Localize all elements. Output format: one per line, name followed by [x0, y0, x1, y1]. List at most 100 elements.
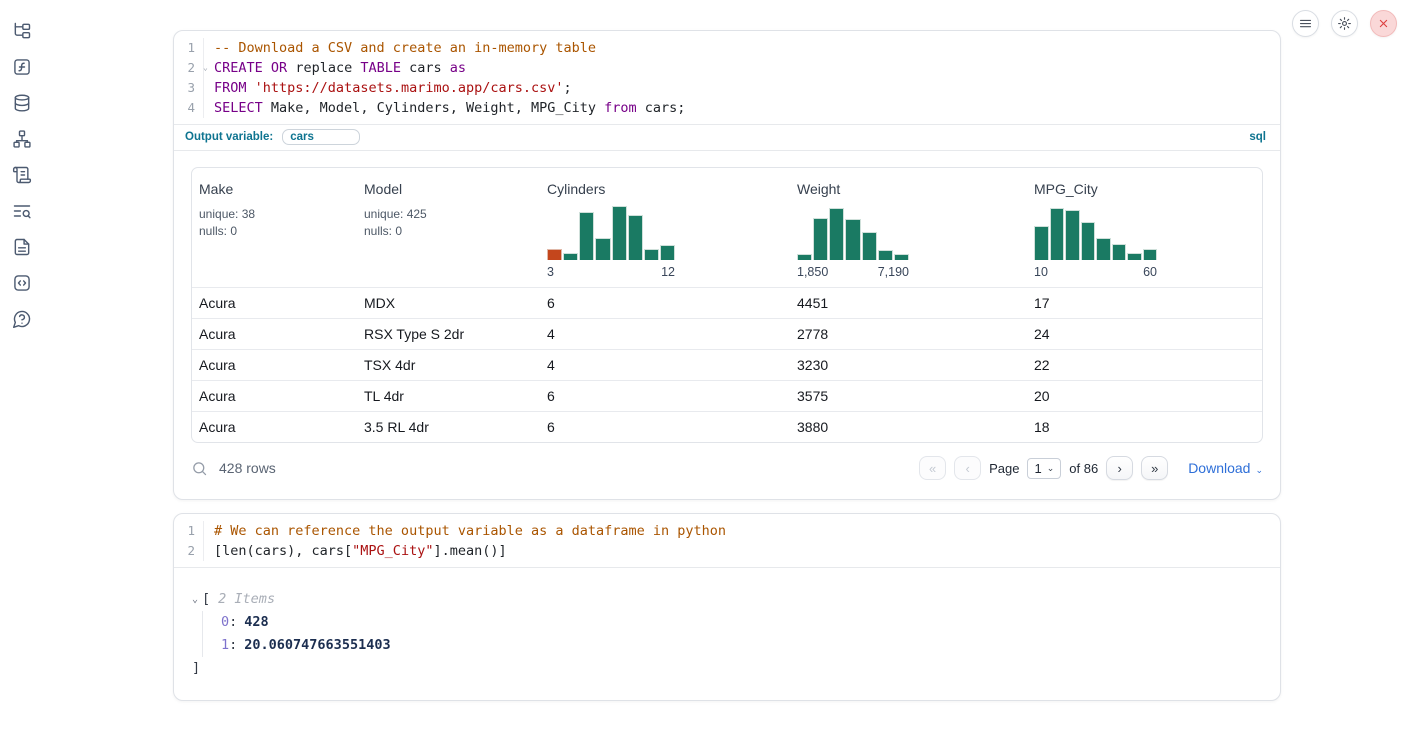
table-cell[interactable]: 24: [1027, 319, 1262, 350]
histogram-bar[interactable]: [660, 245, 675, 260]
table-cell[interactable]: 3880: [790, 412, 1027, 443]
table-cell[interactable]: 18: [1027, 412, 1262, 443]
table-cell[interactable]: RSX Type S 2dr: [357, 319, 540, 350]
histogram-bar[interactable]: [612, 206, 627, 260]
snippets-icon[interactable]: [12, 273, 32, 293]
histogram-bar[interactable]: [878, 250, 893, 260]
code-line[interactable]: 1-- Download a CSV and create an in-memo…: [174, 38, 1280, 58]
axis-min-label: 1,850: [797, 265, 828, 279]
table-cell[interactable]: 3.5 RL 4dr: [357, 412, 540, 443]
table-cell[interactable]: TSX 4dr: [357, 350, 540, 381]
help-icon[interactable]: [12, 309, 32, 329]
table-row[interactable]: Acura3.5 RL 4dr6388018: [192, 412, 1262, 443]
column-label: Cylinders: [547, 181, 782, 197]
histogram-bar[interactable]: [1143, 249, 1158, 260]
menu-button[interactable]: [1292, 10, 1319, 37]
next-page-button[interactable]: ›: [1106, 456, 1133, 480]
table-row[interactable]: AcuraTL 4dr6357520: [192, 381, 1262, 412]
histogram-bar[interactable]: [813, 218, 828, 260]
table-cell[interactable]: TL 4dr: [357, 381, 540, 412]
histogram-bar[interactable]: [1127, 253, 1142, 260]
histogram-bar[interactable]: [644, 249, 659, 260]
histogram-bar[interactable]: [894, 254, 909, 260]
column-header-mpg_city[interactable]: MPG_City1060: [1027, 168, 1262, 288]
histogram-bar[interactable]: [1034, 226, 1049, 260]
shutdown-button[interactable]: [1370, 10, 1397, 37]
python-code-editor[interactable]: 1# We can reference the output variable …: [174, 514, 1280, 568]
histogram-bar[interactable]: [1096, 238, 1111, 260]
histogram-bar[interactable]: [829, 208, 844, 260]
tree-entry-value: 20.060747663551403: [244, 637, 390, 653]
table-cell[interactable]: 22: [1027, 350, 1262, 381]
table-cell[interactable]: 6: [540, 288, 790, 319]
histogram-bar[interactable]: [1081, 222, 1096, 260]
variables-icon[interactable]: [12, 57, 32, 77]
code-line[interactable]: 4SELECT Make, Model, Cylinders, Weight, …: [174, 98, 1280, 118]
datasources-icon[interactable]: [12, 93, 32, 113]
tree-entry[interactable]: 0:428: [221, 611, 1264, 634]
histogram-bar[interactable]: [845, 219, 860, 260]
table-cell[interactable]: Acura: [192, 412, 357, 443]
code-line[interactable]: 3FROM 'https://datasets.marimo.app/cars.…: [174, 78, 1280, 98]
column-header-model[interactable]: Modelunique: 425nulls: 0: [357, 168, 540, 288]
tree-head[interactable]: ⌄ [ 2 Items: [192, 588, 1264, 611]
collapse-chevron-icon[interactable]: ⌄: [192, 588, 198, 611]
table-cell[interactable]: 17: [1027, 288, 1262, 319]
last-page-button[interactable]: »: [1141, 456, 1168, 480]
table-cell[interactable]: 4: [540, 350, 790, 381]
prev-page-button[interactable]: ‹: [954, 456, 981, 480]
table-cell[interactable]: 4451: [790, 288, 1027, 319]
column-histogram[interactable]: 1,8507,190: [797, 206, 909, 279]
page-select[interactable]: 1 ⌄: [1027, 458, 1061, 479]
logs-icon[interactable]: [12, 165, 32, 185]
documentation-icon[interactable]: [12, 237, 32, 257]
code-line[interactable]: 2[len(cars), cars["MPG_City"].mean()]: [174, 541, 1280, 561]
output-variable-input[interactable]: [282, 129, 360, 145]
open-bracket: [: [202, 588, 210, 611]
histogram-bar[interactable]: [547, 249, 562, 260]
column-histogram[interactable]: 312: [547, 206, 675, 279]
file-explorer-icon[interactable]: [12, 21, 32, 41]
dependency-graph-icon[interactable]: [12, 129, 32, 149]
table-cell[interactable]: 6: [540, 412, 790, 443]
tree-entry[interactable]: 1:20.060747663551403: [221, 634, 1264, 657]
table-cell[interactable]: 2778: [790, 319, 1027, 350]
column-header-cylinders[interactable]: Cylinders 312: [540, 168, 790, 288]
histogram-bar[interactable]: [1065, 210, 1080, 260]
histogram-bar[interactable]: [628, 215, 643, 260]
table-cell[interactable]: 3575: [790, 381, 1027, 412]
histogram-bar[interactable]: [1112, 244, 1127, 260]
first-page-button[interactable]: «: [919, 456, 946, 480]
language-badge: sql: [1249, 131, 1266, 143]
table-cell[interactable]: 3230: [790, 350, 1027, 381]
settings-button[interactable]: [1331, 10, 1358, 37]
table-cell[interactable]: 20: [1027, 381, 1262, 412]
histogram-bar[interactable]: [1050, 208, 1065, 260]
histogram-bar[interactable]: [579, 212, 594, 260]
fold-chevron-icon[interactable]: ⌄: [203, 58, 208, 78]
table-cell[interactable]: Acura: [192, 381, 357, 412]
table-cell[interactable]: MDX: [357, 288, 540, 319]
histogram-bar[interactable]: [563, 253, 578, 260]
column-header-make[interactable]: Makeunique: 38nulls: 0: [192, 168, 357, 288]
column-header-weight[interactable]: Weight1,8507,190: [790, 168, 1027, 288]
table-cell[interactable]: 6: [540, 381, 790, 412]
table-cell[interactable]: Acura: [192, 288, 357, 319]
histogram-bar[interactable]: [595, 238, 610, 260]
histogram-bar[interactable]: [797, 254, 812, 260]
table-cell[interactable]: 4: [540, 319, 790, 350]
download-button[interactable]: Download ⌄: [1188, 460, 1263, 476]
table-row[interactable]: AcuraMDX6445117: [192, 288, 1262, 319]
search-icon[interactable]: [191, 460, 208, 477]
column-histogram[interactable]: 1060: [1034, 206, 1157, 279]
code-line[interactable]: 2⌄CREATE OR replace TABLE cars as: [174, 58, 1280, 78]
outline-search-icon[interactable]: [12, 201, 32, 221]
table-cell[interactable]: Acura: [192, 319, 357, 350]
table-row[interactable]: AcuraRSX Type S 2dr4277824: [192, 319, 1262, 350]
code-line[interactable]: 1# We can reference the output variable …: [174, 521, 1280, 541]
close-bracket: ]: [192, 657, 1264, 680]
histogram-bar[interactable]: [862, 232, 877, 260]
sql-code-editor[interactable]: 1-- Download a CSV and create an in-memo…: [174, 31, 1280, 124]
table-cell[interactable]: Acura: [192, 350, 357, 381]
table-row[interactable]: AcuraTSX 4dr4323022: [192, 350, 1262, 381]
